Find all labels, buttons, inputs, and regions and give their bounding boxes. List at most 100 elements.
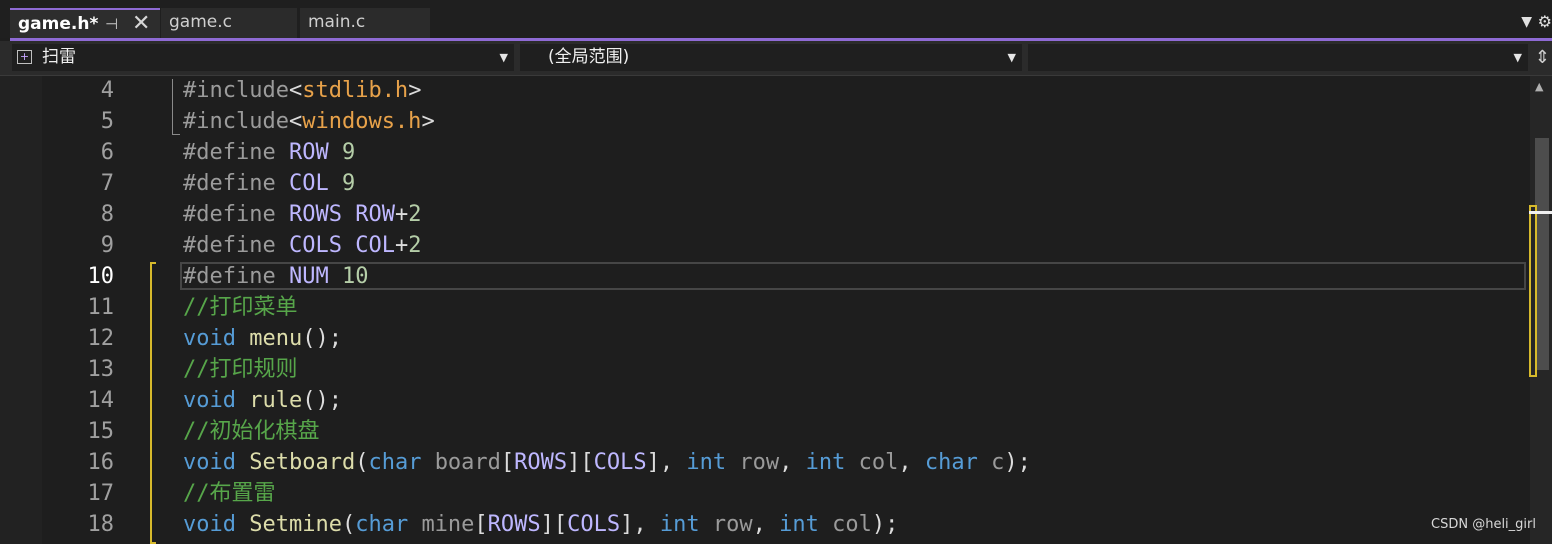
code-token: mine (421, 512, 475, 537)
code-text: void menu(); (183, 323, 342, 354)
code-token: [ (474, 512, 488, 537)
code-line[interactable]: 6 #define ROW 9 (0, 137, 1528, 168)
code-token: stdlib.h (302, 78, 409, 103)
code-token: ); (871, 512, 899, 537)
gear-icon[interactable]: ⚙ (1538, 12, 1552, 31)
code-token: Setboard (249, 450, 356, 475)
close-icon[interactable]: ✕ (132, 10, 150, 38)
code-token: #define (183, 202, 276, 227)
project-scope-dropdown[interactable]: + 扫雷 ▼ (12, 44, 514, 71)
tab-main-c[interactable]: main.c (300, 8, 430, 38)
code-token: COLS (593, 450, 647, 475)
code-token: COL (355, 233, 395, 258)
split-view-icon[interactable]: ⇕ (1535, 47, 1550, 68)
code-token: row (712, 512, 753, 537)
code-text: void rule(); (183, 385, 342, 416)
code-line[interactable]: 14 void rule(); (0, 385, 1528, 416)
code-text: //打印规则 (183, 354, 298, 385)
code-line[interactable]: 5 #include<windows.h> (0, 106, 1528, 137)
code-token: COLS (288, 233, 342, 258)
line-number: 14 (87, 388, 115, 413)
document-tab-strip: game.h* ⊣ ✕ game.c main.c ▼ ⚙ (0, 0, 1552, 38)
code-token: #define (183, 264, 276, 289)
code-line[interactable]: 12 void menu(); (0, 323, 1528, 354)
tab-label: game.h* (18, 14, 99, 34)
code-token: #include (183, 109, 289, 134)
code-token: int (686, 450, 727, 475)
project-icon: + (17, 50, 32, 64)
navigation-bar: + 扫雷 ▼ (全局范围) ▼ ▼ (0, 41, 1552, 76)
code-token: c (991, 450, 1005, 475)
line-number: 18 (87, 512, 115, 537)
code-line[interactable]: 9 #define COLS COL+2 (0, 230, 1528, 261)
scope-dropdown[interactable]: (全局范围) ▼ (520, 44, 1022, 71)
line-number: 4 (100, 78, 114, 103)
scrollbar-change-marker (1529, 205, 1537, 377)
tab-label: main.c (308, 12, 366, 32)
line-number: 12 (87, 326, 115, 351)
dropdown-arrow-icon: ▼ (499, 51, 508, 64)
scrollbar-caret-position (1529, 211, 1552, 214)
code-token: ( (355, 450, 369, 475)
dropdown-arrow-icon: ▼ (1007, 51, 1016, 64)
code-token: ROW (355, 202, 395, 227)
dropdown-arrow-icon: ▼ (1513, 51, 1522, 64)
code-token: , (898, 450, 925, 475)
code-token: char (355, 512, 409, 537)
code-line[interactable]: 10 #define NUM 10 (0, 261, 1528, 292)
code-line[interactable]: 13 //打印规则 (0, 354, 1528, 385)
code-token: , (779, 450, 806, 475)
code-token: ROWS (288, 202, 342, 227)
code-line[interactable]: 15 //初始化棋盘 (0, 416, 1528, 447)
code-token: windows.h (302, 109, 422, 134)
line-number: 9 (100, 233, 114, 258)
code-token: //初始化棋盘 (183, 419, 320, 444)
scrollbar-thumb[interactable] (1535, 138, 1549, 370)
tab-game-c[interactable]: game.c (161, 8, 297, 38)
code-line[interactable]: 18 void Setmine(char mine[ROWS][COLS], in… (0, 509, 1528, 540)
code-token: int (805, 450, 846, 475)
code-token: menu (249, 326, 303, 351)
code-line[interactable]: 11 //打印菜单 (0, 292, 1528, 323)
code-token: char (368, 450, 422, 475)
code-token: //打印菜单 (183, 295, 298, 320)
code-text: #define ROW 9 (183, 137, 355, 168)
code-text: #define NUM 10 (183, 261, 368, 292)
code-token: (); (302, 326, 342, 351)
code-token: + (394, 233, 409, 258)
code-token: ROWS (487, 512, 541, 537)
code-line[interactable]: 17 //布置雷 (0, 478, 1528, 509)
code-token: #define (183, 233, 276, 258)
code-line[interactable]: 8 #define ROWS ROW+2 (0, 199, 1528, 230)
pin-icon[interactable]: ⊣ (105, 10, 118, 38)
code-token: > (421, 109, 435, 134)
tab-list-dropdown-icon[interactable]: ▼ (1521, 14, 1532, 30)
code-token: ROW (288, 140, 329, 165)
code-token: void (183, 512, 236, 537)
code-text: #define ROWS ROW+2 (183, 199, 421, 230)
code-line[interactable]: 7 #define COL 9 (0, 168, 1528, 199)
scroll-up-icon[interactable]: ▲ (1535, 80, 1543, 93)
code-token: ); (1004, 450, 1031, 475)
code-text: //打印菜单 (183, 292, 298, 323)
line-number: 5 (100, 109, 114, 134)
tab-game-h[interactable]: game.h* ⊣ ✕ (10, 8, 160, 38)
code-token: COLS (567, 512, 621, 537)
member-dropdown[interactable]: ▼ (1028, 44, 1528, 71)
code-token: void (183, 450, 236, 475)
scope-label: (全局范围) (548, 47, 630, 67)
code-token: > (408, 78, 422, 103)
code-line[interactable]: 4 #include<stdlib.h> (0, 75, 1528, 106)
code-line[interactable]: 16 void Setboard(char board[ROWS][COLS], … (0, 447, 1528, 478)
